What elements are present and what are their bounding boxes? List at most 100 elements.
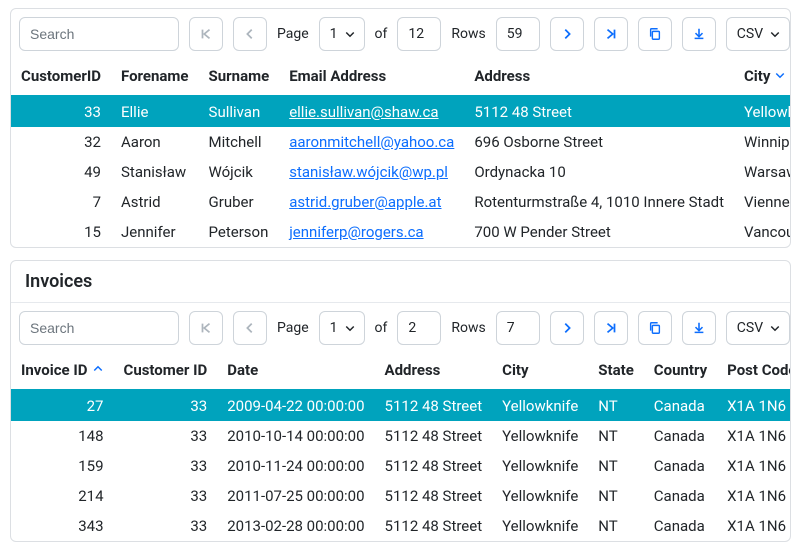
download-button[interactable] [682,311,716,345]
cell-surname: Gruber [199,187,280,217]
cell-state: NT [588,511,644,541]
col-customer-id[interactable]: CustomerID [11,59,111,96]
last-page-button[interactable] [594,311,628,345]
invoices-table: Invoice ID Customer ID Date Address City… [11,353,790,541]
last-page-button[interactable] [594,17,628,51]
chevron-left-icon [243,27,257,41]
customers-toolbar: Page 1 of 12 Rows 59 CSV [11,9,790,59]
cell-address: 700 W Pender Street [464,217,734,247]
cell-customer-id: 32 [11,127,111,157]
download-button[interactable] [682,17,716,51]
cell-city: Vancouver [734,217,790,247]
table-row[interactable]: 159332010-11-24 00:00:005112 48 StreetYe… [11,451,790,481]
table-row[interactable]: 27332009-04-22 00:00:005112 48 StreetYel… [11,390,790,421]
table-row[interactable]: 15JenniferPetersonjenniferp@rogers.ca700… [11,217,790,247]
col-surname[interactable]: Surname [199,59,280,96]
col-email[interactable]: Email Address [279,59,464,96]
col-date[interactable]: Date [217,353,374,390]
cell-customer-id: 15 [11,217,111,247]
email-link[interactable]: aaronmitchell@yahoo.ca [289,133,454,151]
col-customer-id[interactable]: Customer ID [114,353,218,390]
chevron-right-icon [560,321,574,335]
prev-page-button[interactable] [233,311,267,345]
table-row[interactable]: 148332010-10-14 00:00:005112 48 StreetYe… [11,421,790,451]
col-state[interactable]: State [588,353,644,390]
export-format-select[interactable]: CSV [726,311,790,345]
col-invoice-id[interactable]: Invoice ID [11,353,114,390]
email-link[interactable]: ellie.sullivan@shaw.ca [289,103,438,121]
chevron-down-icon [344,322,356,334]
page-value: 1 [330,26,338,42]
col-country[interactable]: Country [644,353,717,390]
customers-table-wrap: CustomerID Forename Surname Email Addres… [11,59,790,247]
email-link[interactable]: stanisław.wójcik@wp.pl [289,163,448,181]
cell-city: Yellowknife [734,96,790,127]
first-page-button[interactable] [189,311,223,345]
first-page-icon [199,27,213,41]
cell-state: NT [588,481,644,511]
sort-asc-icon [92,363,104,375]
search-input[interactable] [19,17,179,51]
cell-customer-id: 33 [114,390,218,421]
download-icon [692,27,706,41]
col-forename[interactable]: Forename [111,59,199,96]
cell-surname: Sullivan [199,96,280,127]
email-link[interactable]: jenniferp@rogers.ca [289,223,423,241]
page-label: Page [277,320,309,336]
cell-state: NT [588,390,644,421]
table-row[interactable]: 7AstridGruberastrid.gruber@apple.atRoten… [11,187,790,217]
search-input[interactable] [19,311,179,345]
table-row[interactable]: 32AaronMitchellaaronmitchell@yahoo.ca696… [11,127,790,157]
copy-button[interactable] [638,311,672,345]
cell-invoice-id: 159 [11,451,114,481]
cell-address: 5112 48 Street [375,481,493,511]
first-page-button[interactable] [189,17,223,51]
cell-address: 5112 48 Street [375,451,493,481]
cell-email: jenniferp@rogers.ca [279,217,464,247]
cell-forename: Jennifer [111,217,199,247]
of-label: of [375,26,388,42]
cell-date: 2010-11-24 00:00:00 [217,451,374,481]
col-address[interactable]: Address [464,59,734,96]
export-format-select[interactable]: CSV [726,17,790,51]
col-address[interactable]: Address [375,353,493,390]
cell-email: ellie.sullivan@shaw.ca [279,96,464,127]
cell-customer-id: 33 [114,421,218,451]
page-label: Page [277,26,309,42]
rows-value: 59 [496,17,540,51]
cell-country: Canada [644,421,717,451]
download-icon [692,321,706,335]
next-page-button[interactable] [550,311,584,345]
prev-page-button[interactable] [233,17,267,51]
cell-date: 2009-04-22 00:00:00 [217,390,374,421]
email-link[interactable]: astrid.gruber@apple.at [289,193,441,211]
sort-desc-icon [774,69,786,81]
cell-address: Rotenturmstraße 4, 1010 Innere Stadt [464,187,734,217]
page-select[interactable]: 1 [319,17,365,51]
cell-invoice-id: 214 [11,481,114,511]
invoices-title: Invoices [11,261,790,303]
col-city-text: City [744,67,770,85]
cell-address: 5112 48 Street [375,390,493,421]
col-post-code[interactable]: Post Code [717,353,790,390]
next-page-button[interactable] [550,17,584,51]
table-row[interactable]: 214332011-07-25 00:00:005112 48 StreetYe… [11,481,790,511]
cell-forename: Stanisław [111,157,199,187]
copy-button[interactable] [638,17,672,51]
table-row[interactable]: 33EllieSullivanellie.sullivan@shaw.ca511… [11,96,790,127]
last-page-icon [604,27,618,41]
col-city[interactable]: City [492,353,588,390]
cell-country: Canada [644,511,717,541]
col-city[interactable]: City [734,59,790,96]
table-row[interactable]: 343332013-02-28 00:00:005112 48 StreetYe… [11,511,790,541]
cell-surname: Mitchell [199,127,280,157]
cell-address: 5112 48 Street [375,511,493,541]
cell-customer-id: 49 [11,157,111,187]
cell-city: Winnipeg [734,127,790,157]
page-select[interactable]: 1 [319,311,365,345]
cell-date: 2010-10-14 00:00:00 [217,421,374,451]
rows-label: Rows [451,320,485,336]
table-row[interactable]: 49StanisławWójcikstanisław.wójcik@wp.plO… [11,157,790,187]
cell-email: astrid.gruber@apple.at [279,187,464,217]
cell-address: Ordynacka 10 [464,157,734,187]
